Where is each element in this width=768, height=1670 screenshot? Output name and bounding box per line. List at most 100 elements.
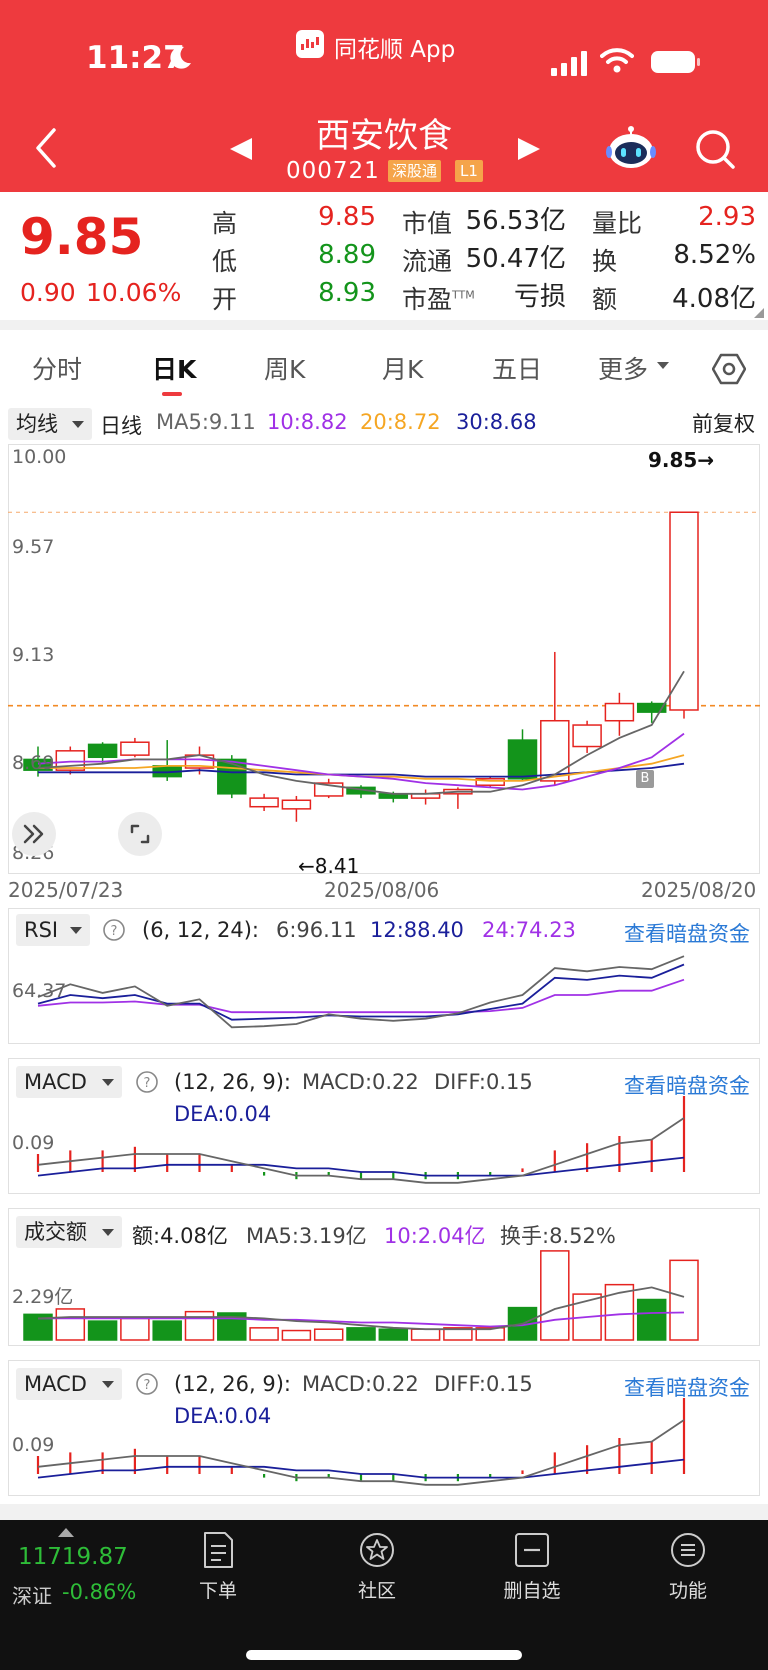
- index-expand-icon[interactable]: [58, 1528, 74, 1537]
- amount-panel-value: 额:4.08亿: [132, 1224, 228, 1248]
- bottom-toolbar: 11719.87 深证 -0.86% 下单 社区 删自选 功能: [0, 1520, 768, 1670]
- macd-chart: [36, 1096, 686, 1184]
- amount-label: 额: [592, 285, 618, 314]
- svg-text:?: ?: [144, 1378, 151, 1393]
- next-stock-icon[interactable]: [516, 136, 542, 162]
- help-icon[interactable]: ?: [102, 918, 126, 942]
- macd2-params: (12, 26, 9):: [174, 1372, 291, 1396]
- rsi-selector[interactable]: RSI: [16, 914, 90, 946]
- back-to-app-link[interactable]: 同花顺 App: [334, 30, 455, 64]
- macd2-value: MACD:0.22: [302, 1372, 419, 1396]
- dark-pool-link[interactable]: 查看暗盘资金: [624, 918, 750, 948]
- turnover-value: 8.52%: [673, 240, 756, 270]
- menu-circle-icon: [671, 1533, 705, 1567]
- amount-bar: [378, 1328, 409, 1341]
- tab-fenshi[interactable]: 分时: [32, 350, 82, 386]
- robot-assistant-icon[interactable]: [606, 124, 656, 170]
- tab-monthly-k[interactable]: 月K: [382, 350, 423, 386]
- active-tab-indicator: [162, 392, 182, 396]
- buy-marker[interactable]: B: [636, 770, 654, 788]
- candle-body: [604, 702, 635, 722]
- app-badge-icon[interactable]: [296, 30, 324, 58]
- search-icon[interactable]: [694, 128, 736, 170]
- macd2-selector-label: MACD: [24, 1372, 87, 1396]
- section-divider: [0, 320, 768, 330]
- nav-label: 社区: [357, 1580, 396, 1602]
- nav-functions[interactable]: 功能: [638, 1530, 738, 1603]
- macd2-selector[interactable]: MACD: [16, 1368, 122, 1400]
- nav-place-order[interactable]: 下单: [168, 1530, 268, 1603]
- amount-selector-label: 成交额: [24, 1220, 87, 1244]
- indicator-selector[interactable]: 均线: [8, 408, 92, 440]
- indicator-selector-label: 均线: [16, 412, 58, 436]
- date-label: 2025/07/23: [8, 878, 124, 902]
- amount-bar: [184, 1310, 215, 1341]
- open-value: 8.93: [318, 278, 376, 308]
- home-indicator[interactable]: [246, 1650, 522, 1660]
- rsi-chart: [37, 955, 685, 1029]
- tab-more[interactable]: 更多: [598, 350, 648, 386]
- adjust-mode-button[interactable]: 前复权: [692, 408, 755, 438]
- amount-selector[interactable]: 成交额: [16, 1216, 122, 1248]
- period-tabs: 分时 日K 周K 月K 五日 更多: [0, 330, 768, 402]
- expand-corner-icon[interactable]: [754, 308, 764, 318]
- candle-body: [249, 797, 279, 808]
- amount-bar: [540, 1250, 570, 1341]
- amount-bar: [120, 1317, 150, 1341]
- index-value[interactable]: 11719.87: [18, 1544, 128, 1570]
- diff2-value: DIFF:0.15: [434, 1372, 533, 1396]
- chevron-down-icon: [102, 1381, 114, 1388]
- kline-chart[interactable]: [8, 444, 760, 874]
- candle-body: [87, 743, 118, 759]
- rsi-params: (6, 12, 24):: [142, 918, 259, 942]
- index-change: -0.86%: [62, 1580, 137, 1604]
- amount-turnover-value: 换手:8.52%: [500, 1224, 616, 1248]
- quote-panel: 9.85 0.90 10.06% 高 9.85 低 8.89 开 8.93 市值…: [0, 192, 768, 320]
- float-value: 50.47亿: [465, 244, 566, 274]
- date-label: 2025/08/06: [324, 878, 440, 902]
- pe-value: 亏损: [513, 282, 566, 312]
- macd-selector[interactable]: MACD: [16, 1066, 122, 1098]
- chevron-down-icon: [102, 1079, 114, 1086]
- remove-box-icon: [515, 1533, 549, 1567]
- fullscreen-button[interactable]: [118, 812, 162, 856]
- tab-five-day[interactable]: 五日: [492, 350, 542, 386]
- amount-ma10-value: 10:2.04亿: [384, 1224, 486, 1248]
- rsi12-value: 12:88.40: [370, 918, 464, 942]
- ma5-value: MA5:9.11: [156, 410, 256, 434]
- macd-params: (12, 26, 9):: [174, 1070, 291, 1094]
- connect-tag: 深股通: [388, 160, 442, 182]
- tab-weekly-k[interactable]: 周K: [264, 350, 305, 386]
- section-divider: [0, 1504, 768, 1520]
- rsi-selector-label: RSI: [24, 918, 59, 942]
- svg-text:?: ?: [111, 924, 118, 939]
- rsi6-value: 6:96.11: [276, 918, 357, 942]
- candle-body: [572, 724, 602, 748]
- settings-hexagon-icon[interactable]: [712, 352, 746, 386]
- last-price: 9.85: [20, 208, 144, 266]
- battery-icon: [651, 51, 700, 73]
- back-arrow-icon[interactable]: [30, 124, 60, 172]
- high-label: 高: [212, 209, 238, 238]
- max-price-label: 9.85→: [648, 448, 715, 472]
- volratio-label: 量比: [592, 209, 643, 238]
- nav-community[interactable]: 社区: [327, 1530, 427, 1603]
- index-name[interactable]: 深证: [12, 1580, 52, 1609]
- rsi24-line: [37, 978, 685, 1014]
- prev-stock-icon[interactable]: [228, 136, 254, 162]
- tab-daily-k[interactable]: 日K: [152, 350, 196, 386]
- help-icon[interactable]: ?: [135, 1070, 159, 1094]
- amount-bar: [55, 1308, 86, 1341]
- candle-body: [540, 719, 570, 782]
- amount-bar: [313, 1328, 344, 1341]
- ma-period: 日线: [100, 414, 142, 438]
- nav-remove-watchlist[interactable]: 删自选: [482, 1530, 582, 1603]
- expand-toolbar-button[interactable]: [12, 812, 56, 856]
- amount-bar: [87, 1320, 118, 1341]
- help-icon[interactable]: ?: [135, 1372, 159, 1396]
- candle-body: [120, 741, 150, 756]
- more-caret-icon[interactable]: [657, 362, 669, 369]
- amount-chart: [23, 1250, 699, 1341]
- open-label: 开: [212, 285, 238, 314]
- order-document-icon: [204, 1532, 233, 1568]
